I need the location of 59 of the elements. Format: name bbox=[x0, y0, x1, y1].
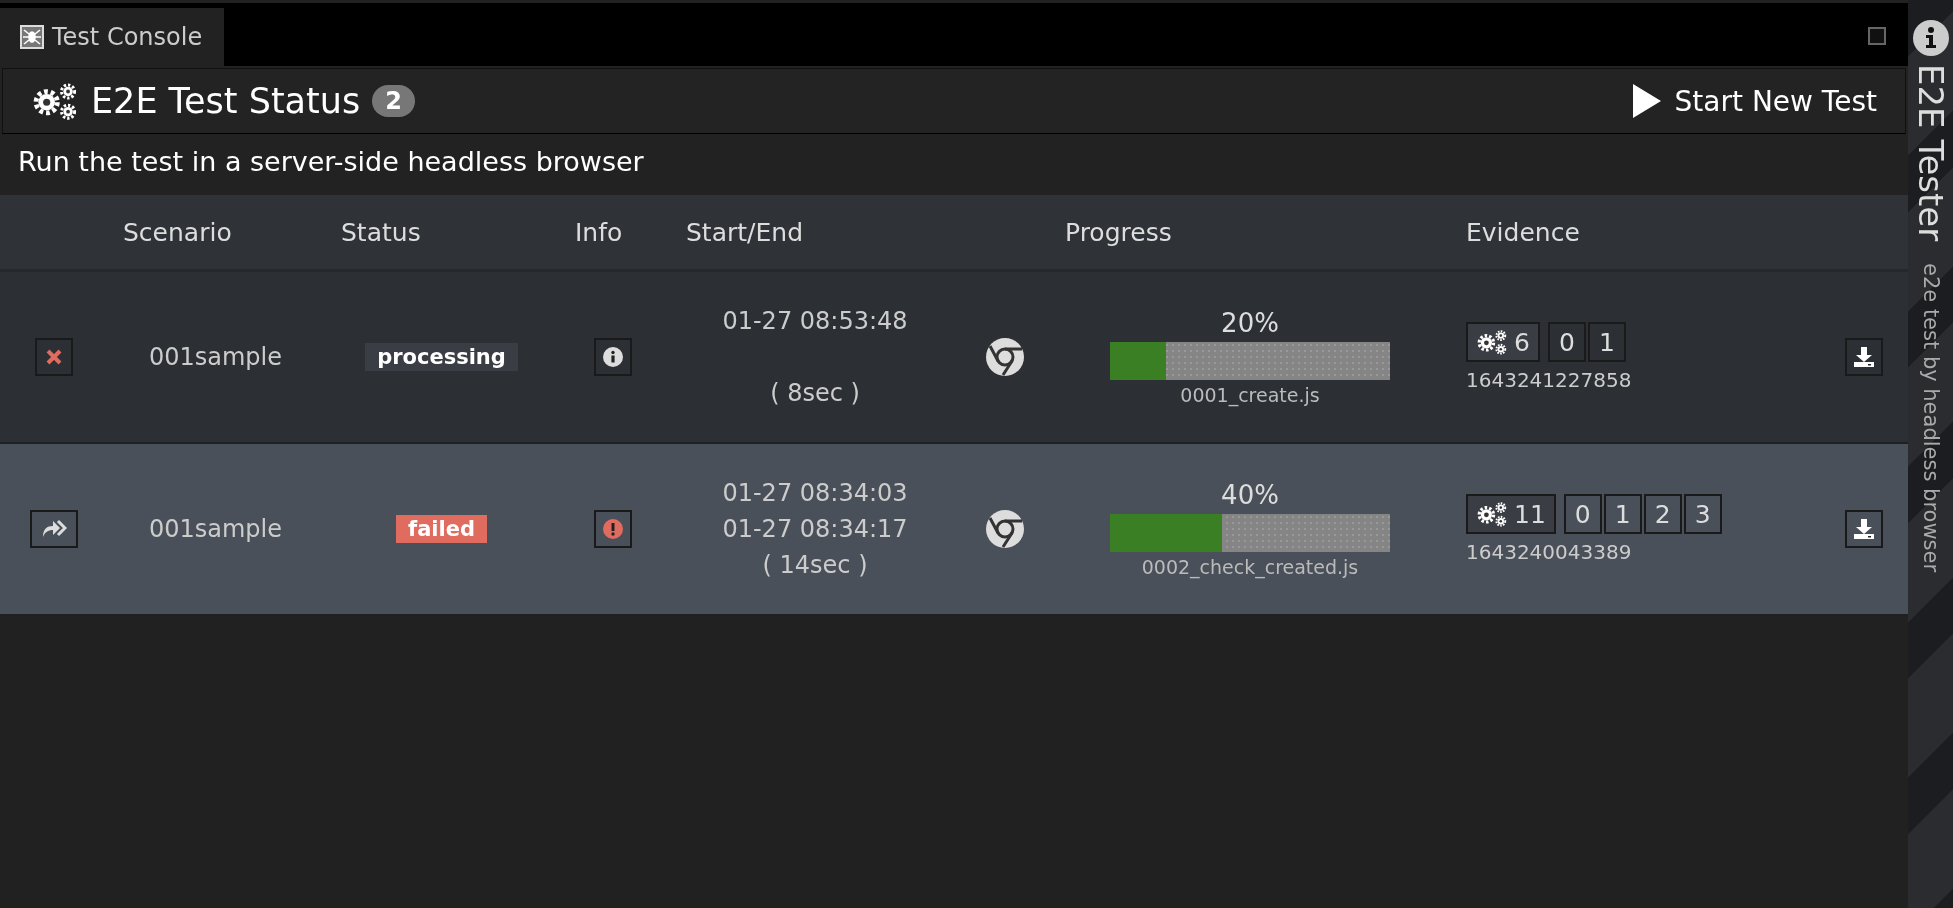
status-label: failed bbox=[396, 515, 487, 543]
column-header: Info bbox=[574, 217, 623, 247]
screenshot-button[interactable]: 1 bbox=[1587, 322, 1626, 362]
column-header: Status bbox=[340, 217, 421, 247]
column-header: Progress bbox=[1064, 217, 1172, 247]
run-id: 1643241227858 bbox=[1466, 368, 1632, 392]
chrome-icon bbox=[986, 510, 1024, 548]
column-header: Evidence bbox=[1465, 217, 1580, 247]
duration: ( 14sec ) bbox=[762, 550, 868, 581]
play-icon bbox=[1632, 84, 1661, 118]
duration: ( 8sec ) bbox=[770, 378, 860, 409]
info-button[interactable] bbox=[594, 338, 632, 376]
download-button[interactable] bbox=[1845, 510, 1883, 548]
table-row[interactable]: 001sample failed 01-27 08:34:03 01-27 08:34:17 ( 14sec ) 40% 0002_check_created.js 11 0 1 2 3 1643240043389 bbox=[0, 444, 1908, 616]
progress-percent: 20% bbox=[1221, 308, 1279, 338]
screenshot-button[interactable]: 1 bbox=[1603, 494, 1642, 534]
forward-arrows-icon bbox=[41, 519, 67, 539]
panel-title: E2E Test Status bbox=[91, 81, 361, 121]
screenshot-button[interactable]: 0 bbox=[1563, 494, 1602, 534]
screenshot-button[interactable]: 2 bbox=[1643, 494, 1682, 534]
start-time: 01-27 08:53:48 bbox=[722, 306, 908, 337]
info-icon[interactable] bbox=[1912, 20, 1949, 56]
cancel-button[interactable] bbox=[35, 338, 73, 376]
info-icon bbox=[603, 347, 623, 367]
table-row[interactable]: 001sample processing 01-27 08:53:48 ( 8sec ) 20% 0001_create.js 6 0 1 1643241227858 bbox=[0, 272, 1908, 444]
maximize-button[interactable] bbox=[1868, 27, 1886, 45]
progress-percent: 40% bbox=[1221, 480, 1279, 510]
gears-icon bbox=[1476, 329, 1508, 355]
start-time: 01-27 08:34:03 bbox=[722, 478, 908, 509]
file-name: 0002_check_created.js bbox=[1141, 556, 1359, 578]
gears-icon bbox=[31, 82, 79, 120]
download-icon bbox=[1853, 346, 1875, 368]
screenshot-button[interactable]: 0 bbox=[1547, 322, 1586, 362]
scenario-name: 001sample bbox=[148, 515, 283, 543]
screenshot-button[interactable]: 3 bbox=[1683, 494, 1722, 534]
gears-icon bbox=[1476, 501, 1508, 527]
chrome-icon bbox=[986, 338, 1024, 376]
steps-button[interactable]: 11 bbox=[1466, 494, 1556, 534]
scenario-name: 001sample bbox=[148, 343, 283, 371]
spider-icon bbox=[20, 25, 44, 49]
app-title: E2E Tester bbox=[1910, 64, 1951, 242]
subtitle: Run the test in a server-side headless browser bbox=[17, 145, 645, 179]
column-header: Scenario bbox=[122, 217, 232, 247]
start-test-button[interactable]: Start New Test bbox=[1632, 84, 1877, 118]
info-button[interactable] bbox=[594, 510, 632, 548]
download-icon bbox=[1853, 518, 1875, 540]
end-time: 01-27 08:34:17 bbox=[722, 514, 908, 545]
app-subtitle: e2e test by headless browser bbox=[1918, 263, 1943, 573]
close-icon bbox=[46, 349, 62, 365]
alert-icon bbox=[603, 519, 623, 539]
download-button[interactable] bbox=[1845, 338, 1883, 376]
console-tab[interactable]: Test Console bbox=[0, 8, 225, 66]
column-header: Start/End bbox=[685, 217, 803, 247]
count-badge: 2 bbox=[372, 85, 415, 117]
steps-button[interactable]: 6 bbox=[1466, 322, 1540, 362]
rerun-button[interactable] bbox=[30, 510, 78, 548]
run-id: 1643240043389 bbox=[1466, 540, 1632, 564]
file-name: 0001_create.js bbox=[1180, 384, 1320, 406]
status-label: processing bbox=[365, 343, 518, 371]
